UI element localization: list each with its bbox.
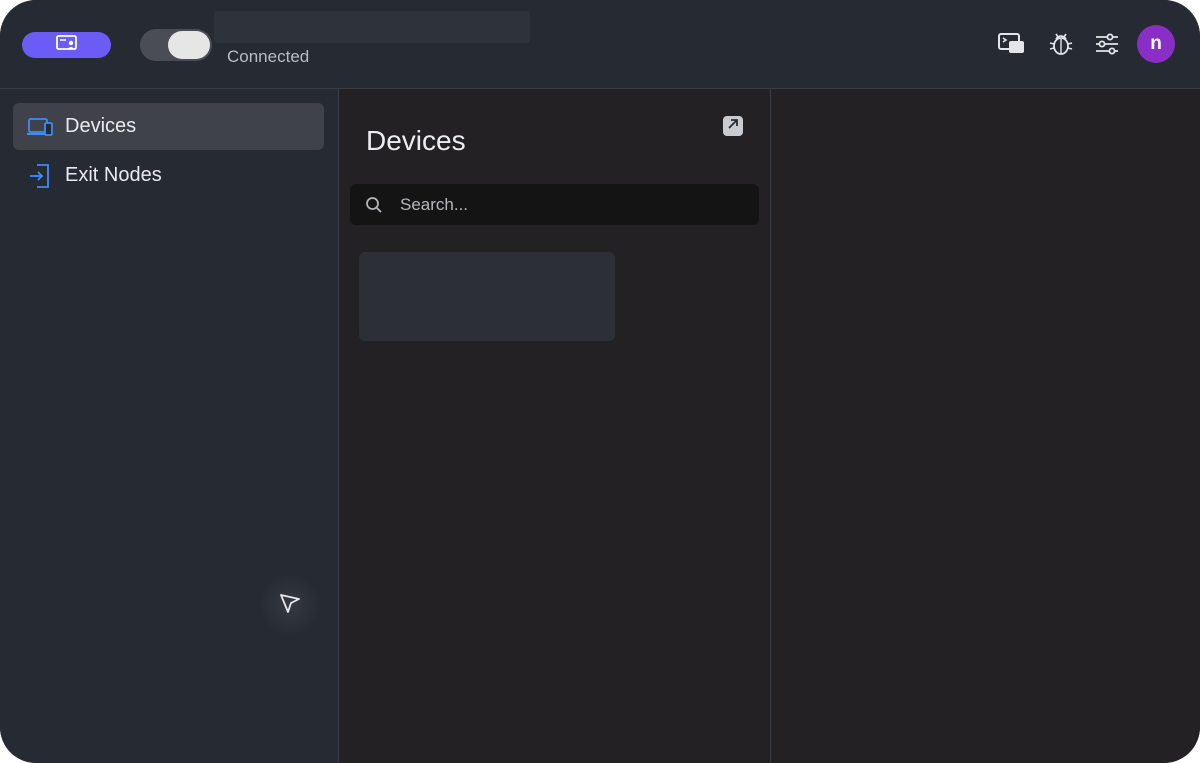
sliders-icon [1094, 32, 1120, 61]
sidebar: Devices Exit Nodes [0, 89, 339, 763]
app-window: Connected n Devices Exit Nodes Devices S… [0, 0, 1200, 763]
bug-icon [1047, 30, 1075, 63]
debug-button[interactable] [1046, 32, 1076, 60]
page-title: Devices [366, 125, 466, 156]
screen-share-button[interactable] [997, 32, 1027, 60]
detail-pane [771, 89, 1200, 763]
search-icon [364, 195, 384, 215]
sidebar-item-devices[interactable]: Devices [13, 103, 324, 150]
connection-toggle[interactable] [140, 29, 212, 61]
devices-icon [26, 114, 54, 140]
account-mode-button[interactable] [22, 32, 111, 58]
sidebar-item-exit-nodes[interactable]: Exit Nodes [13, 152, 324, 199]
pointer-arrow-icon [279, 592, 301, 619]
open-external-button[interactable] [723, 116, 743, 136]
sidebar-item-label: Devices [65, 115, 137, 137]
mouse-pointer [258, 573, 322, 637]
sidebar-item-label: Exit Nodes [65, 164, 162, 186]
search-input[interactable] [398, 193, 742, 216]
screen-share-icon [997, 31, 1027, 62]
device-card[interactable] [359, 252, 615, 341]
settings-button[interactable] [1092, 32, 1122, 60]
top-bar: Connected n [0, 0, 1200, 89]
devices-panel: Devices [339, 89, 771, 763]
search-field [350, 184, 759, 225]
account-card-icon [55, 34, 79, 57]
user-avatar[interactable]: n [1137, 25, 1175, 63]
redacted-network-name [214, 11, 530, 43]
connection-status-label: Connected [227, 47, 310, 66]
external-link-icon [727, 117, 739, 135]
toggle-knob [168, 31, 210, 59]
exit-node-icon [26, 163, 54, 189]
